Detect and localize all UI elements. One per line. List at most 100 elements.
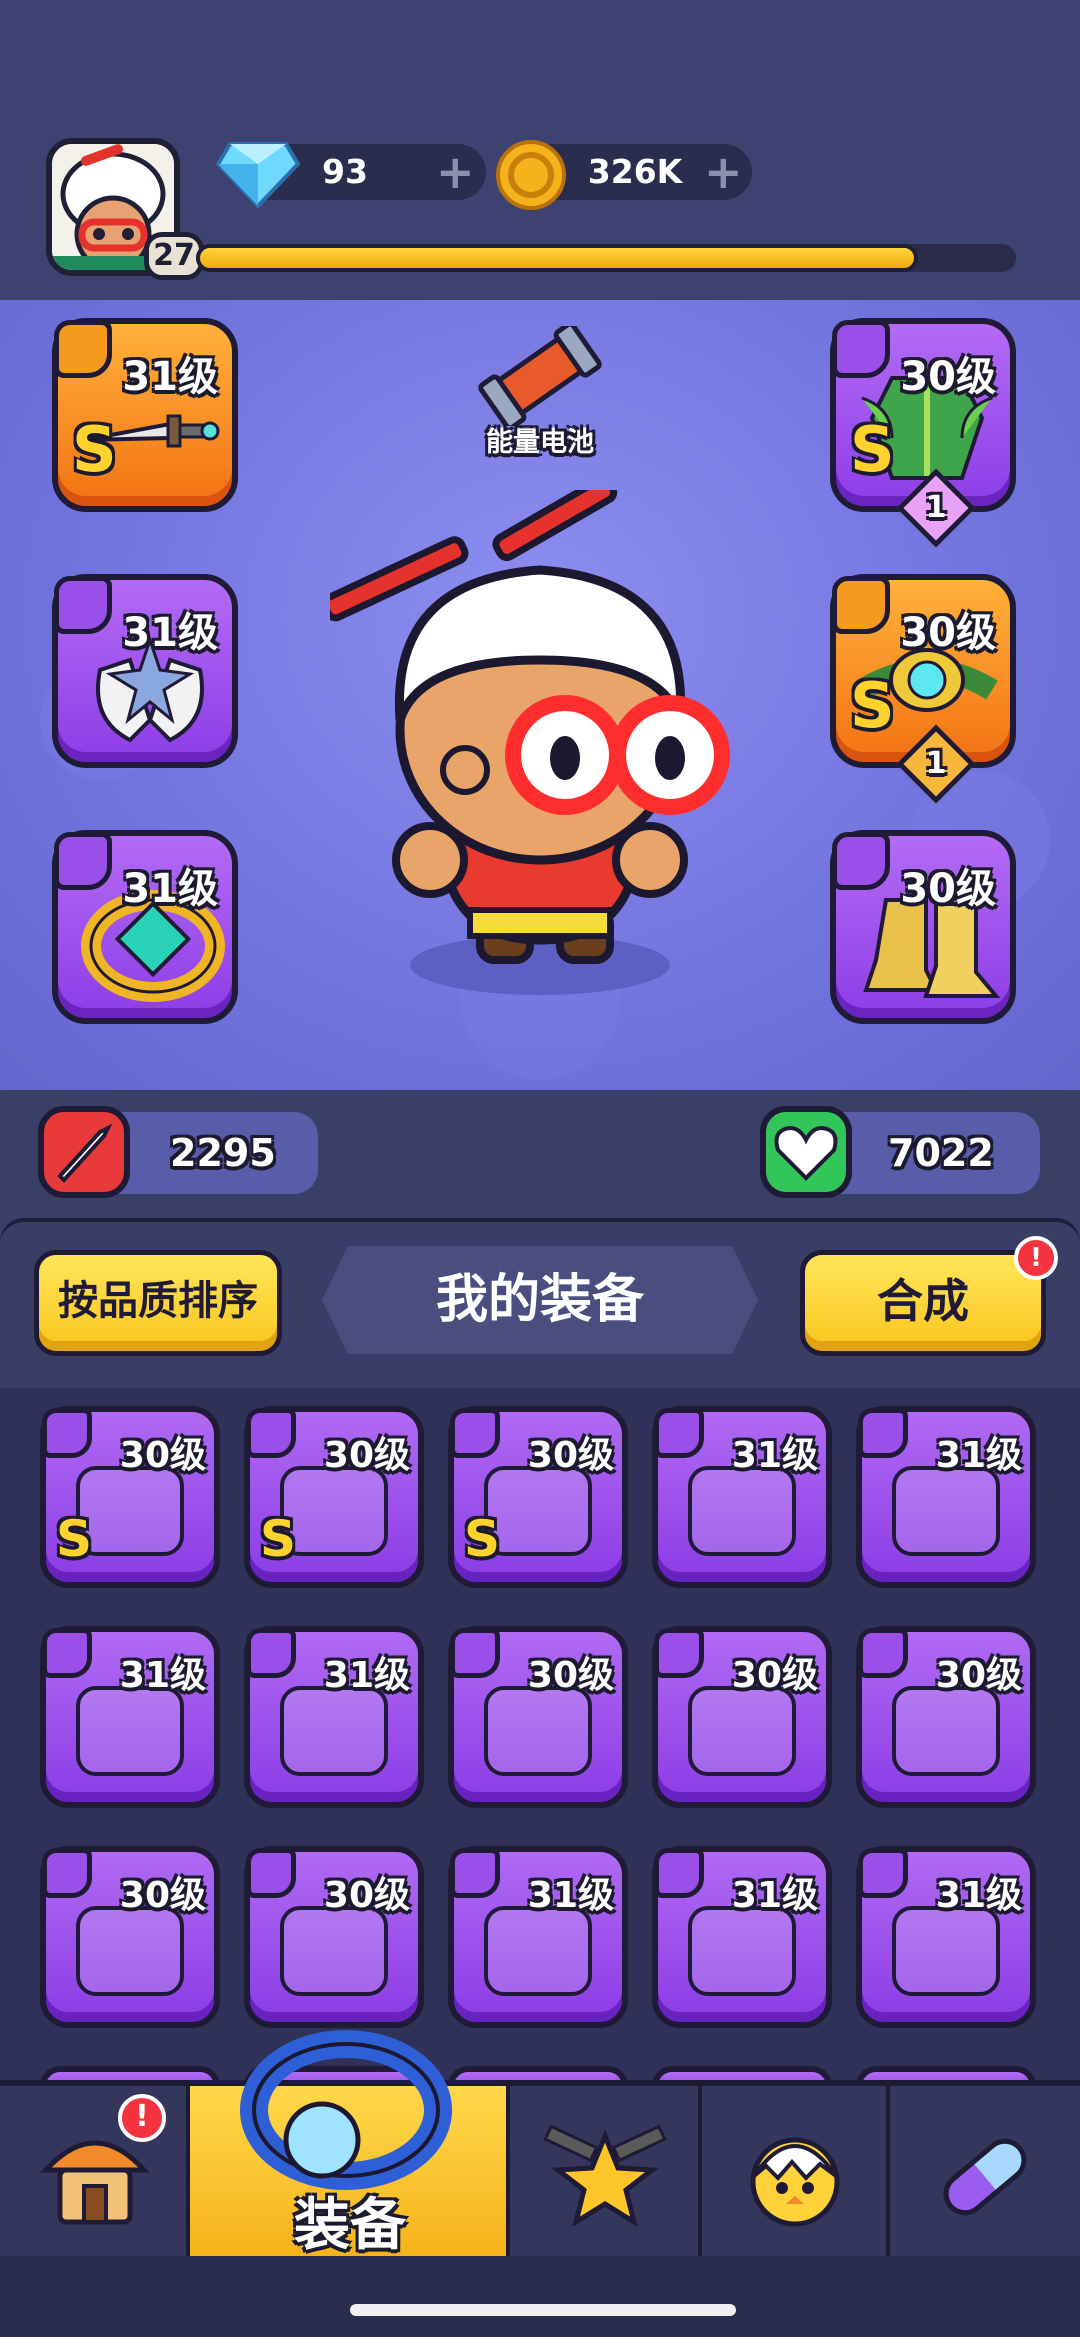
item-type-icon	[654, 1628, 704, 1678]
item-type-icon	[654, 1408, 704, 1458]
equip-ring-icon	[240, 2030, 452, 2190]
coin-icon	[496, 140, 566, 210]
nav-tab-heroes[interactable]	[510, 2086, 702, 2256]
player-level-badge: 27	[144, 232, 204, 280]
inventory-title: 我的装备	[435, 1270, 644, 1330]
item-type-icon	[42, 1628, 92, 1678]
item-level: 31级	[731, 1875, 818, 1916]
star-guns-icon	[543, 2124, 667, 2226]
inventory-item[interactable]: 30级 S	[448, 1406, 628, 1588]
character-sprite[interactable]	[330, 490, 750, 1010]
item-rarity: S	[260, 1510, 297, 1568]
staff-icon	[76, 1686, 184, 1776]
belt-rarity: S	[850, 669, 895, 742]
item-level: 30级	[935, 1655, 1022, 1696]
blue-armor-icon	[484, 1686, 592, 1776]
gloves-level: 31级	[122, 610, 218, 656]
blue-ring-icon	[484, 1906, 592, 1996]
slot-ring[interactable]: 31级	[52, 830, 238, 1024]
item-type-icon	[246, 1408, 296, 1458]
item-type-icon	[858, 1628, 908, 1678]
weapon-rarity: S	[72, 413, 117, 486]
inventory-item[interactable]: 30级 S	[40, 1406, 220, 1588]
item-type-icon	[42, 1408, 92, 1458]
shop-icon	[40, 2140, 150, 2225]
item-level: 30级	[527, 1655, 614, 1696]
merge-button[interactable]: 合成	[800, 1250, 1046, 1356]
item-type-icon	[858, 1408, 908, 1458]
inventory-item[interactable]: 30级	[448, 1626, 628, 1808]
nav-tab-capsules[interactable]	[890, 2086, 1080, 2256]
item-level: 30级	[527, 1435, 614, 1476]
belt-icon	[280, 1466, 388, 1556]
item-type-icon	[858, 1848, 908, 1898]
heart-icon	[760, 1106, 852, 1198]
weapon-type-icon	[54, 320, 112, 378]
gem-icon	[216, 142, 300, 209]
item-level: 30级	[323, 1875, 410, 1916]
knife-icon	[892, 1466, 1000, 1556]
belt-icon	[484, 1466, 592, 1556]
red-ring-icon	[688, 1906, 796, 1996]
inventory-item[interactable]: 31级	[244, 1626, 424, 1808]
inventory-item[interactable]: 31级	[448, 1846, 628, 2028]
item-type-icon	[450, 1628, 500, 1678]
armor-level: 30级	[900, 354, 996, 400]
home-indicator[interactable]	[350, 2304, 736, 2316]
sword-icon	[38, 1106, 130, 1198]
ring-level: 31级	[122, 866, 218, 912]
xp-bar-fill	[196, 244, 918, 272]
item-type-icon	[246, 1628, 296, 1678]
white-robe-icon	[76, 1906, 184, 1996]
item-level: 31级	[119, 1655, 206, 1696]
slot-armor[interactable]: 30级 S 1	[830, 318, 1016, 548]
capsule-icon	[943, 2138, 1027, 2216]
weapon-level: 31级	[122, 354, 218, 400]
item-level: 30级	[323, 1435, 410, 1476]
inventory-item[interactable]: 30级	[856, 1626, 1036, 1808]
coin-value: 326K	[587, 152, 683, 191]
coin-plus-icon[interactable]: +	[704, 144, 743, 200]
jacket-icon	[280, 1906, 388, 1996]
red-vest-icon	[892, 1686, 1000, 1776]
gem-plus-icon[interactable]: +	[436, 144, 475, 200]
sort-by-quality-button[interactable]: 按品质排序	[34, 1250, 282, 1356]
item-type-icon	[42, 1848, 92, 1898]
nav-tab-pets[interactable]	[702, 2086, 890, 2256]
nav-equipment-label: 装备	[294, 2193, 406, 2258]
chick-icon	[750, 2137, 840, 2227]
item-rarity: S	[56, 1510, 93, 1568]
item-level: 31级	[731, 1435, 818, 1476]
slot-weapon[interactable]: 31级 S	[52, 318, 238, 512]
slot-belt[interactable]: 30级 S 1	[830, 574, 1016, 804]
slot-gloves[interactable]: 31级	[52, 574, 238, 768]
item-level: 30级	[731, 1655, 818, 1696]
inventory-item[interactable]: 31级	[652, 1846, 832, 2028]
slot-boots[interactable]: 30级	[830, 830, 1016, 1024]
red-ring-icon	[892, 1906, 1000, 1996]
inventory-item[interactable]: 30级	[652, 1626, 832, 1808]
item-type-icon	[246, 1848, 296, 1898]
item-level: 30级	[119, 1875, 206, 1916]
energy-battery-icon[interactable]	[470, 326, 610, 426]
item-level: 31级	[527, 1875, 614, 1916]
inventory-item[interactable]: 31级	[652, 1406, 832, 1588]
item-level: 31级	[935, 1875, 1022, 1916]
item-level: 30级	[119, 1435, 206, 1476]
belt-icon	[76, 1466, 184, 1556]
inventory-item[interactable]: 30级	[244, 1846, 424, 2028]
inventory-item[interactable]: 31级	[856, 1846, 1036, 2028]
inventory-item[interactable]: 31级	[40, 1626, 220, 1808]
item-type-icon	[450, 1848, 500, 1898]
blue-armor-icon	[688, 1686, 796, 1776]
inventory-item[interactable]: 31级	[856, 1406, 1036, 1588]
attack-value: 2295	[170, 1131, 276, 1175]
item-level: 31级	[323, 1655, 410, 1696]
inventory-item[interactable]: 30级 S	[244, 1406, 424, 1588]
belt-type-icon	[832, 576, 890, 634]
health-value: 7022	[888, 1131, 994, 1175]
gloves-type-icon	[54, 576, 112, 634]
item-level: 31级	[935, 1435, 1022, 1476]
inventory-item[interactable]: 30级	[40, 1846, 220, 2028]
item-rarity: S	[464, 1510, 501, 1568]
